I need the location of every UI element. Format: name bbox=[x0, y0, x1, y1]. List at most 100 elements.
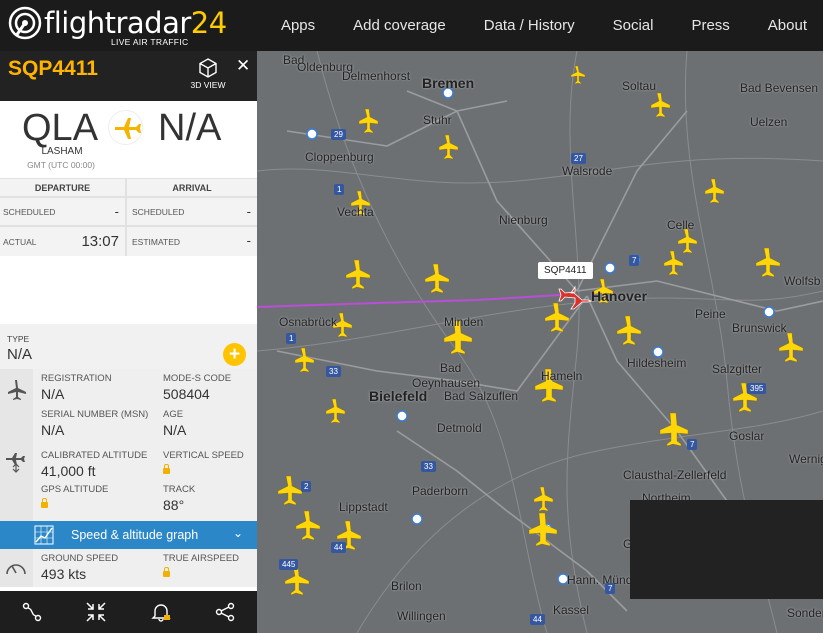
road-shield: 33 bbox=[326, 366, 341, 377]
cube-icon bbox=[199, 58, 217, 78]
road-shield: 1 bbox=[286, 333, 297, 344]
graph-toggle-label: Speed & altitude graph bbox=[71, 528, 199, 542]
road-shield: 2 bbox=[301, 481, 312, 492]
map-city-label: Hildesheim bbox=[627, 356, 687, 370]
nav-data-history[interactable]: Data / History bbox=[462, 0, 591, 51]
details-sidebar bbox=[0, 369, 33, 521]
map-city-label: Minden bbox=[444, 315, 484, 329]
nav-about[interactable]: About bbox=[746, 0, 823, 51]
route-button[interactable] bbox=[0, 591, 64, 633]
3d-view-label: 3D VIEW bbox=[190, 80, 226, 90]
map-city-label: Uelzen bbox=[750, 115, 788, 129]
nav-add-coverage[interactable]: Add coverage bbox=[331, 0, 462, 51]
share-icon bbox=[215, 602, 235, 622]
origin-city: LASHAM bbox=[41, 146, 83, 157]
road-shield: 7 bbox=[687, 439, 698, 450]
actual-dep-label: ACTUAL bbox=[3, 237, 37, 247]
lock-icon[interactable] bbox=[41, 498, 48, 508]
track-value: 88° bbox=[163, 497, 185, 513]
route-icon bbox=[22, 602, 42, 622]
type-label: TYPE bbox=[7, 334, 30, 344]
modes-label: MODE-S CODE bbox=[163, 373, 232, 384]
map-city-label: Detmold bbox=[437, 421, 482, 435]
schedule-table: DEPARTURE ARRIVAL SCHEDULED - SCHEDULED … bbox=[0, 178, 257, 256]
bell-icon bbox=[150, 604, 171, 622]
main-nav: Apps Add coverage Data / History Social … bbox=[259, 0, 823, 51]
flightradar24-logo[interactable]: flightradar24 LIVE AIR TRAFFIC bbox=[8, 4, 227, 48]
road-shield: 1 bbox=[334, 184, 345, 195]
photo-area bbox=[0, 256, 257, 324]
scheduled-arr-value: - bbox=[246, 204, 251, 219]
map-city-label: Soltau bbox=[622, 79, 657, 93]
speed-altitude-graph-toggle[interactable]: Speed & altitude graph ⌄ bbox=[0, 521, 257, 549]
registration-label: REGISTRATION bbox=[41, 373, 112, 384]
road-shield: 44 bbox=[530, 614, 545, 625]
map-city-label: Cloppenburg bbox=[305, 150, 374, 164]
nav-press[interactable]: Press bbox=[669, 0, 745, 51]
aircraft-details: REGISTRATION N/A MODE-S CODE 508404 SERI… bbox=[0, 369, 257, 521]
modes-value: 508404 bbox=[163, 386, 210, 402]
map-city-label: Willingen bbox=[397, 609, 446, 623]
map-city-label: Bad Bevensen bbox=[740, 81, 819, 95]
map-city-label: Vechta bbox=[337, 205, 374, 219]
close-icon[interactable]: ✕ bbox=[236, 56, 250, 76]
radar-icon bbox=[8, 6, 42, 40]
map-city-label: Peine bbox=[695, 307, 726, 321]
speed-details: GROUND SPEED 493 kts TRUE AIRSPEED bbox=[0, 549, 257, 587]
map-city-label: Hameln bbox=[541, 369, 583, 383]
scheduled-arr-label: SCHEDULED bbox=[132, 207, 185, 217]
map-city-label: Stuhr bbox=[423, 113, 452, 127]
logo-wordmark: flightradar24 bbox=[44, 6, 227, 40]
speedometer-icon bbox=[6, 564, 26, 575]
3d-view-button[interactable]: 3D VIEW bbox=[185, 57, 231, 90]
map-city-label: Hanover bbox=[591, 288, 648, 304]
estimated-arr-label: ESTIMATED bbox=[132, 237, 181, 247]
lock-icon[interactable] bbox=[163, 567, 170, 577]
origin-airport-code[interactable]: QLA bbox=[22, 107, 98, 150]
destination-airport-code[interactable]: N/A bbox=[158, 107, 221, 150]
map-city-label: Lippstadt bbox=[339, 500, 388, 514]
serial-label: SERIAL NUMBER (MSN) bbox=[41, 409, 149, 420]
serial-value: N/A bbox=[41, 422, 65, 438]
chevron-down-icon: ⌄ bbox=[233, 526, 244, 540]
nav-apps[interactable]: Apps bbox=[259, 0, 331, 51]
road-shield: 27 bbox=[571, 153, 586, 164]
graph-icon bbox=[34, 525, 54, 545]
scheduled-dep-label: SCHEDULED bbox=[3, 207, 56, 217]
selected-flight-label[interactable]: SQP4411 bbox=[538, 262, 593, 279]
road-shield: 7 bbox=[629, 255, 640, 266]
map-city-label: Salzgitter bbox=[712, 362, 763, 376]
scheduled-dep-value: - bbox=[114, 204, 119, 219]
altitude-icon bbox=[6, 453, 25, 473]
panel-header: SQP4411 3D VIEW ✕ bbox=[0, 51, 257, 101]
follow-button[interactable] bbox=[64, 591, 128, 633]
map-city-label: Celle bbox=[667, 218, 695, 232]
track-label: TRACK bbox=[163, 484, 196, 495]
map-city-label: Wolfsb bbox=[784, 274, 821, 288]
flight-callsign: SQP4411 bbox=[8, 57, 98, 80]
flight-track bbox=[257, 294, 561, 308]
road-shield: 29 bbox=[331, 129, 346, 140]
share-button[interactable] bbox=[193, 591, 257, 633]
departure-header: DEPARTURE bbox=[34, 183, 91, 193]
age-label: AGE bbox=[163, 409, 184, 420]
map-city-label: Sonder bbox=[787, 606, 823, 620]
cal-alt-label: CALIBRATED ALTITUDE bbox=[41, 450, 148, 461]
cal-alt-value: 41,000 ft bbox=[41, 463, 96, 479]
aircraft-type-row: TYPE N/A + bbox=[0, 324, 257, 369]
vspeed-label: VERTICAL SPEED bbox=[163, 450, 244, 461]
map-city-label: Kassel bbox=[553, 603, 590, 617]
panel-toolbar bbox=[0, 591, 257, 633]
map-city-label: Bremen bbox=[422, 75, 475, 91]
type-value: N/A bbox=[7, 346, 33, 363]
road-shield: 445 bbox=[279, 559, 299, 570]
flight-map[interactable]: Bad Oldenburg Bremen Delmenhorst Stuhr S… bbox=[257, 51, 823, 633]
gps-alt-label: GPS ALTITUDE bbox=[41, 484, 109, 495]
map-city-label: Bad Salzuflen bbox=[444, 389, 519, 403]
nav-social[interactable]: Social bbox=[591, 0, 670, 51]
route-section: QLA LASHAM GMT (UTC 00:00) N/A bbox=[0, 101, 257, 178]
ad-placeholder bbox=[630, 500, 823, 599]
alert-button[interactable] bbox=[129, 591, 193, 633]
add-aircraft-button[interactable]: + bbox=[223, 343, 246, 366]
lock-icon[interactable] bbox=[163, 464, 170, 474]
